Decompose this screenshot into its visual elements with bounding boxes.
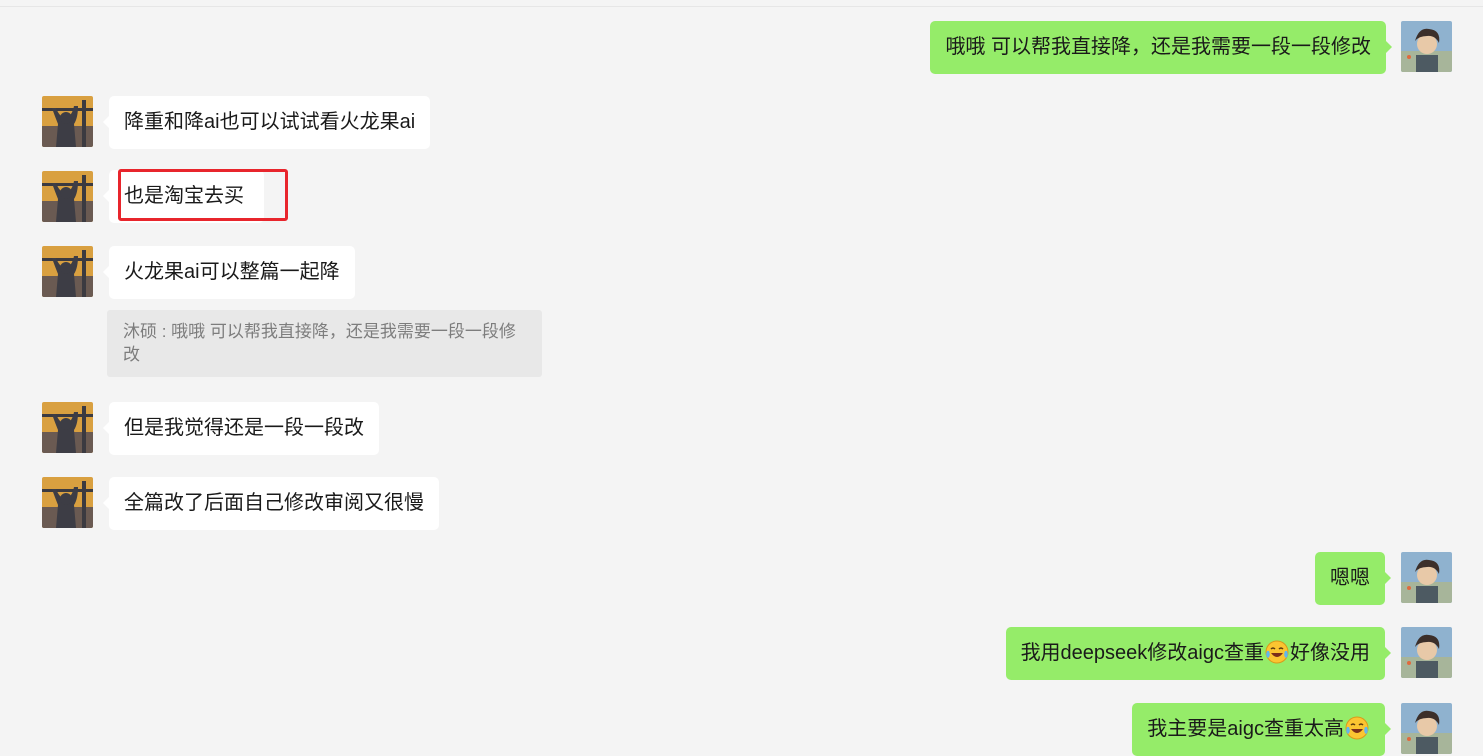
- message-bubble-incoming[interactable]: 降重和降ai也可以试试看火龙果ai: [102, 96, 431, 149]
- message-bubble-incoming[interactable]: 火龙果ai可以整篇一起降: [103, 246, 355, 299]
- contact-avatar[interactable]: [42, 96, 93, 147]
- contact-avatar[interactable]: [42, 402, 93, 453]
- laughing-crying-emoji-icon: [1345, 716, 1369, 740]
- message-bubble-incoming[interactable]: 全篇改了后面自己修改审阅又很慢: [103, 477, 439, 530]
- contact-avatar[interactable]: [42, 171, 93, 222]
- red-highlight-box: [118, 169, 288, 221]
- quoted-message[interactable]: 沐硕 : 哦哦 可以帮我直接降，还是我需要一段一段修改: [107, 310, 542, 377]
- message-bubble-incoming[interactable]: 但是我觉得还是一段一段改: [103, 402, 379, 455]
- message-bubble-outgoing[interactable]: 我用deepseek修改aigc查重 好像没用: [1005, 627, 1392, 680]
- laughing-crying-emoji-icon: [1265, 640, 1289, 664]
- contact-avatar[interactable]: [42, 246, 93, 297]
- contact-avatar[interactable]: [42, 477, 93, 528]
- message-bubble-outgoing[interactable]: 我主要是aigc查重太高: [1132, 703, 1391, 756]
- self-avatar[interactable]: [1401, 627, 1452, 678]
- message-bubble-outgoing[interactable]: 嗯嗯: [1315, 552, 1391, 605]
- top-divider: [0, 6, 1483, 7]
- message-text: 我主要是aigc查重太高: [1147, 718, 1344, 740]
- self-avatar[interactable]: [1401, 21, 1452, 72]
- message-bubble-outgoing[interactable]: 哦哦 可以帮我直接降，还是我需要一段一段修改: [930, 21, 1392, 74]
- message-text: 好像没用: [1290, 642, 1370, 664]
- self-avatar[interactable]: [1401, 552, 1452, 603]
- message-text: 我用deepseek修改aigc查重: [1020, 642, 1264, 664]
